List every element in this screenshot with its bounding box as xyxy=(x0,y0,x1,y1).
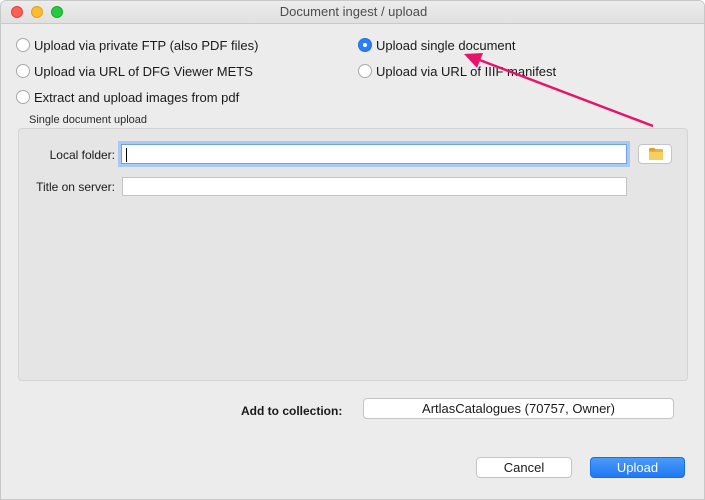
ingest-dialog: Document ingest / upload Upload via priv… xyxy=(0,0,705,500)
annotation-arrow-shaft xyxy=(476,57,654,128)
annotation-arrow xyxy=(464,53,654,128)
